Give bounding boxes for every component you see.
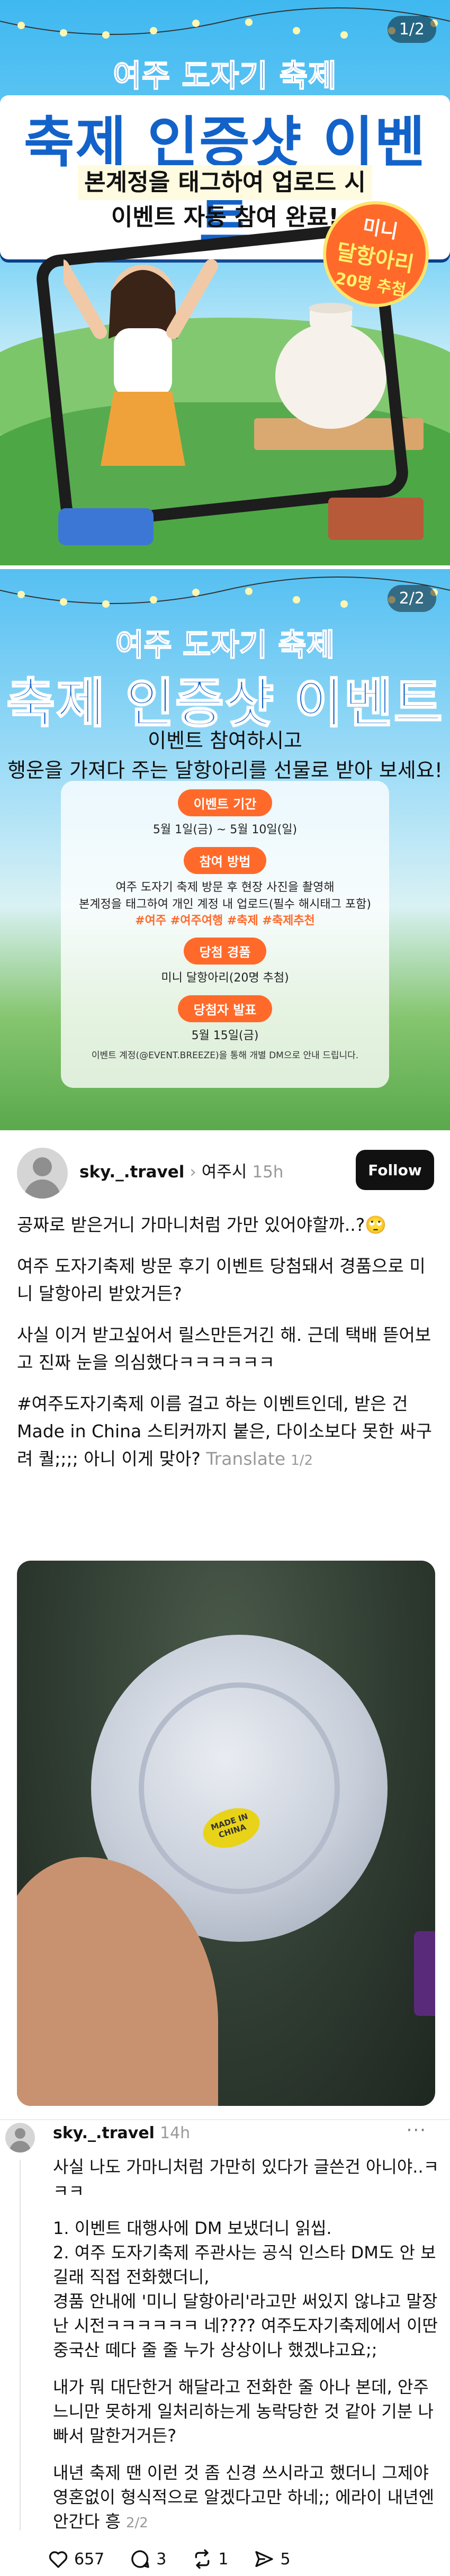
more-options-icon[interactable]: ··· [407,2120,427,2141]
like-button[interactable]: 657 [48,2548,104,2570]
string-lights [0,577,450,608]
action-bar: 657 3 1 5 [48,2546,316,2572]
reply-time: 14h [159,2124,191,2142]
share-button[interactable]: 5 [254,2548,291,2570]
image-pager: 1/2 [387,16,436,43]
comment-count: 3 [156,2550,167,2569]
girl-illustration [64,259,218,466]
period-text: 5월 1일(금) ~ 5월 10일(일) [152,823,298,836]
repost-button[interactable]: 1 [192,2548,228,2570]
share-count: 5 [280,2550,291,2569]
period-label: 이벤트 기간 [177,789,273,816]
method-label: 참여 방법 [183,847,267,874]
post-page-count: 1/2 [291,1453,313,1469]
chevron-right-icon: › [190,1163,196,1182]
cart-illustration [328,498,424,540]
banner-subtitle: 여주 도자기 축제 [113,57,337,94]
image-pager: 2/2 [387,585,436,612]
avatar[interactable] [17,1148,68,1199]
post-meta: sky._.travel › 여주시 15h [79,1158,283,1182]
divider [0,2119,450,2120]
post-text: 공짜로 받은거니 가마니처럼 가만 있어야할까..?🙄 여주 도자기축제 방문 … [17,1211,435,1488]
reply-paragraph: 사실 나도 가마니처럼 가만히 있다가 글쓴건 아니야..ㅋㅋㅋ [53,2157,439,2201]
username-link[interactable]: sky._.travel [53,2124,155,2142]
event-info-card: 이벤트 기간 5월 1일(금) ~ 5월 10일(일) 참여 방법 여주 도자기… [61,781,389,1088]
repost-count: 1 [218,2550,229,2569]
reply-paragraph: 내가 뭐 대단한거 해달라고 전화한 줄 아나 본데, 안주느니만 못하게 일처… [53,2377,434,2446]
plate-foot-ring [139,1682,340,1894]
reply-meta: sky._.travel 14h [53,2124,190,2142]
like-count: 657 [74,2550,105,2569]
repost-icon [195,2549,210,2569]
announce-note: 이벤트 계정(@EVENT.BREEZE)을 통해 개별 DM으로 안내 드립니… [91,1050,359,1061]
reply-paragraph: 1. 이벤트 대행사에 DM 보냈더니 읽씹. 2. 여주 도자기축제 주관사는… [53,2218,438,2360]
announce-label: 당첨자 발표 [177,995,273,1022]
follow-button[interactable]: Follow [356,1150,434,1190]
bottle [414,1931,435,2016]
method-hashtags: #여주 #여주여행 #축제 #축제추천 [135,914,315,927]
post-paragraph: 공짜로 받은거니 가마니처럼 가만 있어야할까..?🙄 [17,1214,387,1235]
translate-link[interactable]: Translate [206,1448,285,1469]
send-icon [255,2551,274,2567]
method-text-2: 본계정을 태그하여 개인 계정 내 업로드(필수 해시태그 포함) [79,898,371,911]
car-illustration [58,508,154,545]
post-paragraph: #여주도자기축제 이름 걸고 하는 이벤트인데, 받은 건 Made in Ch… [17,1393,432,1469]
heart-icon [49,2551,68,2568]
post-paragraph: 사실 이거 받고싶어서 릴스만든거긴 해. 근데 택배 뜯어보고 진짜 눈을 의… [17,1325,431,1373]
prize-label: 당첨 경품 [183,938,267,965]
banner-subtitle: 여주 도자기 축제 [115,626,335,663]
reply-text: 사실 나도 가마니처럼 가만히 있다가 글쓴건 아니야..ㅋㅋㅋ 1. 이벤트 … [53,2155,439,2548]
event-banner-2[interactable]: 2/2 여주 도자기 축제 축제 인증샷 이벤트 이벤트 참여하시고 행운을 가… [0,569,450,1130]
username-link[interactable]: sky._.travel [79,1163,184,1182]
method-text: 여주 도자기 축제 방문 후 현장 사진을 촬영해 [115,881,335,894]
banner-description: 이벤트 참여하시고 행운을 가져다 주는 달항아리를 선물로 받아 보세요! [7,729,443,782]
event-banner-1[interactable]: 1/2 여주 도자기 축제 축제 인증샷 이벤트 본계정을 태그하여 업로드 시… [0,0,450,565]
avatar[interactable] [5,2123,35,2152]
reply-page-count: 2/2 [125,2515,148,2531]
prize-text: 미니 달항아리(20명 추첨) [161,971,289,985]
reply-paragraph: 내년 축제 땐 이런 것 좀 신경 쓰시라고 했더니 그제야 영혼없이 형식적으… [53,2463,435,2532]
thread-line [20,2160,21,2530]
comment-button[interactable]: 3 [130,2548,166,2570]
post-time: 15h [252,1163,284,1182]
comment-icon [131,2550,149,2568]
post-photo[interactable]: MADE IN CHINA [17,1561,435,2106]
announce-date: 5월 15일(금) [191,1029,259,1042]
string-lights [0,7,450,39]
post-paragraph: 여주 도자기축제 방문 후기 이벤트 당첨돼서 경품으로 미니 달항아리 받았거… [17,1256,426,1304]
location-link[interactable]: 여주시 [202,1163,247,1182]
